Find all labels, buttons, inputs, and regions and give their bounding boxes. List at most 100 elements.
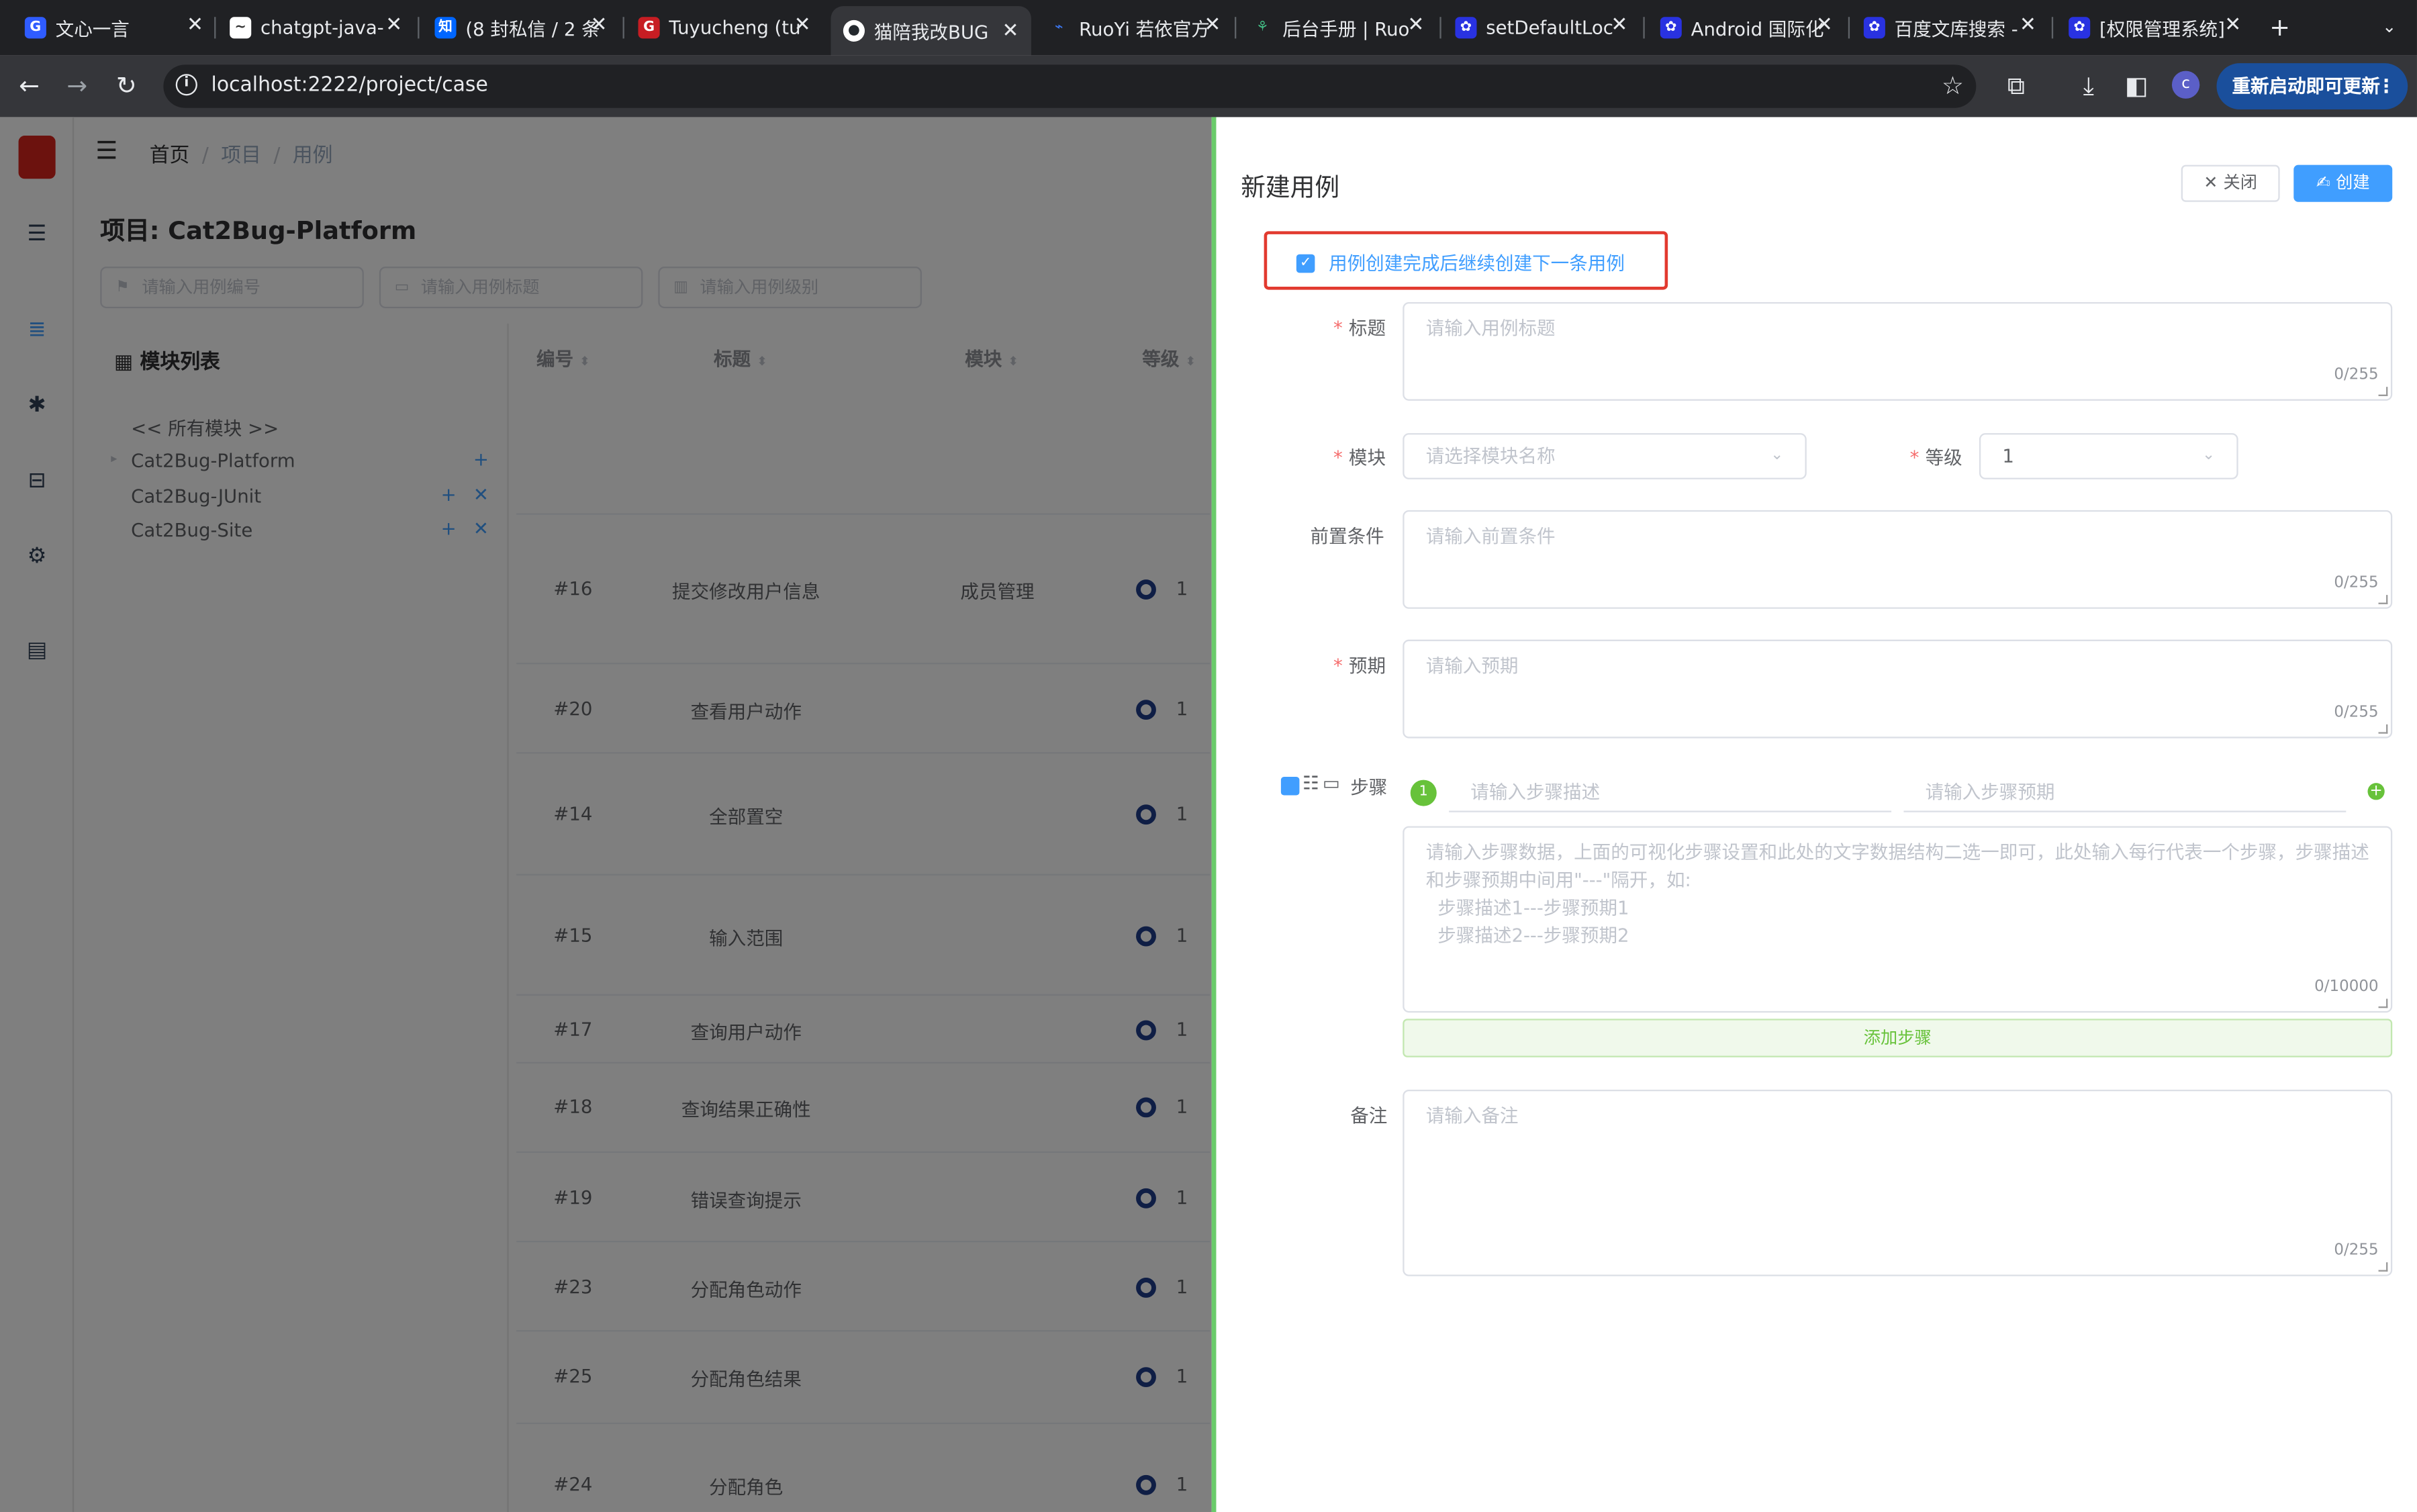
new-case-drawer: 新建用例 ✕ 关闭 ✍ 创建 ✓ 用例创建完成后继续创建下一条用例 * 标题 请输… [1211,117,2417,1512]
remark-textarea[interactable]: 请输入备注 0/255 [1403,1089,2393,1276]
steps-bulk-placeholder: 请输入步骤数据，上面的可视化步骤设置和此处的文字数据结构二选一即可，此处输入每行… [1425,841,2369,947]
tab-search-chevron-icon[interactable]: ⌄ [2374,12,2405,43]
baidu-icon: ✿ [1863,17,1885,39]
tab-title: 后台手册 | Ruo [1282,17,1410,40]
new-tab-icon[interactable]: + [2265,12,2295,43]
browser-tab[interactable]: G 文心一言 ✕ [24,9,203,46]
wenxin-icon: G [24,17,46,39]
bookmark-star-icon[interactable]: ☆ [1942,71,1964,101]
level-field-label-text: 等级 [1925,446,1962,469]
browser-tab[interactable]: ⚘ 后台手册 | Ruo ✕ [1251,9,1424,46]
remark-placeholder: 请输入备注 [1425,1104,1519,1127]
add-step-button[interactable]: 添加步骤 [1403,1019,2393,1057]
close-icon[interactable]: ✕ [1816,14,1833,37]
step-expected-placeholder: 请输入步骤预期 [1925,781,2055,804]
download-icon[interactable]: ⤓ [2073,71,2104,102]
close-icon[interactable]: ✕ [187,14,203,37]
resize-handle[interactable] [2378,1262,2388,1272]
tab-title: 文心一言 [55,17,130,40]
browser-tab[interactable]: ⌁ RuoYi 若依官方 ✕ [1048,9,1221,46]
leaf-icon: ⚘ [1256,19,1269,36]
modal-overlay[interactable] [0,117,1212,1512]
module-select[interactable]: 请选择模块名称 ⌄ [1403,433,1807,479]
close-icon[interactable]: ✕ [591,14,608,37]
tab-title: Android 国际化 [1691,17,1824,40]
resize-handle[interactable] [2378,595,2388,604]
back-arrow-icon[interactable]: ← [14,71,45,102]
baidu-icon: ✿ [1660,17,1682,39]
module-placeholder: 请选择模块名称 [1425,445,1556,467]
site-info-icon[interactable]: i [175,74,197,96]
tab-title: [权限管理系统] [2099,17,2225,40]
zhihu-icon: 知 [434,17,457,39]
close-icon[interactable]: ✕ [1204,14,1221,37]
list-view-icon[interactable]: ☷ [1302,772,1319,794]
update-button[interactable]: 重新启动即可更新 ⋮ [2216,63,2408,109]
module-field-label: * 模块 [1333,446,1386,469]
step-description-input[interactable]: 请输入步骤描述 [1449,772,1892,812]
add-step-icon[interactable]: + [2367,783,2385,800]
title-placeholder: 请输入用例标题 [1425,317,1556,340]
tab-title: chatgpt-java- [260,17,384,39]
level-select[interactable]: 1 ⌄ [1979,433,2238,479]
level-field-label: * 等级 [1909,446,1962,469]
baidu-icon: ✿ [2069,17,2091,39]
remark-field-label: 备注 [1350,1104,1388,1127]
close-icon[interactable]: ✕ [1611,14,1627,37]
tab-title: Tuyucheng (tu [669,17,801,39]
close-icon[interactable]: ✕ [1407,14,1424,37]
close-icon[interactable]: ✕ [385,14,402,37]
title-counter: 0/255 [2334,367,2379,384]
address-bar[interactable]: i localhost:2222/project/case ☆ [163,64,1977,108]
close-button[interactable]: ✕ 关闭 [2181,164,2280,202]
chatgpt-icon: ~ [230,17,252,39]
resize-handle[interactable] [2378,387,2388,396]
title-field-label: * 标题 [1333,317,1386,340]
remark-counter: 0/255 [2334,1242,2379,1260]
steps-counter: 0/10000 [2314,978,2379,996]
baidu-icon: ✿ [1455,17,1477,39]
step-expected-input[interactable]: 请输入步骤预期 [1903,772,2347,812]
browser-tab-active[interactable]: ● 猫陪我改BUG ✕ [831,6,1031,56]
continue-create-checkbox[interactable]: ✓ [1296,254,1315,273]
text-view-icon[interactable]: ▭ [1323,772,1340,794]
browser-toolbar: ← → ↻ i localhost:2222/project/case ☆ ⧉ … [0,55,2417,117]
expected-placeholder: 请输入预期 [1425,655,1519,677]
forward-arrow-icon[interactable]: → [62,71,93,102]
close-icon[interactable]: ✕ [2224,14,2241,37]
browser-tab[interactable]: 知 (8 封私信 / 2 条 ✕ [434,9,608,46]
resize-handle[interactable] [2378,724,2388,734]
expected-textarea[interactable]: 请输入预期 0/255 [1403,639,2393,739]
precondition-textarea[interactable]: 请输入前置条件 0/255 [1403,510,2393,609]
steps-field-label: 步骤 [1350,776,1388,799]
reload-icon[interactable]: ↻ [111,71,142,102]
resize-handle[interactable] [2378,998,2388,1008]
more-vert-icon[interactable]: ⋮ [2377,63,2396,109]
step-description-placeholder: 请输入步骤描述 [1470,781,1601,804]
side-panel-icon[interactable]: ◧ [2121,71,2152,102]
update-button-label: 重新启动即可更新 [2232,75,2380,97]
browser-tab[interactable]: ✿ [权限管理系统] ✕ [2069,9,2241,46]
browser-tab[interactable]: G Tuyucheng (tu ✕ [638,9,811,46]
browser-tab[interactable]: ~ chatgpt-java- ✕ [230,9,402,46]
tab-title: RuoYi 若依官方 [1079,17,1210,40]
card-view-icon[interactable] [1280,776,1300,796]
browser-tab[interactable]: ✿ 百度文库搜索 - ✕ [1863,9,2036,46]
expected-field-label: * 预期 [1333,655,1386,677]
extensions-icon[interactable]: ⧉ [2001,71,2032,102]
continue-create-label[interactable]: 用例创建完成后继续创建下一条用例 [1329,250,1625,276]
close-icon[interactable]: ✕ [794,14,811,37]
close-icon: ✕ [2203,173,2224,193]
create-button[interactable]: ✍ 创建 [2293,164,2393,202]
title-textarea[interactable]: 请输入用例标题 0/255 [1403,301,2393,401]
close-icon[interactable]: ✕ [1002,20,1019,43]
browser-tab[interactable]: ✿ setDefaultLoc ✕ [1455,9,1627,46]
github-icon: ● [843,19,865,42]
tab-title: 百度文库搜索 - [1894,17,2018,40]
precondition-counter: 0/255 [2334,575,2379,592]
browser-tab[interactable]: ✿ Android 国际化 ✕ [1660,9,1833,46]
close-icon[interactable]: ✕ [2020,14,2036,37]
tab-title: setDefaultLoc [1486,17,1613,39]
profile-avatar[interactable]: c [2171,70,2200,99]
steps-bulk-textarea[interactable]: 请输入步骤数据，上面的可视化步骤设置和此处的文字数据结构二选一即可，此处输入每行… [1403,826,2393,1013]
